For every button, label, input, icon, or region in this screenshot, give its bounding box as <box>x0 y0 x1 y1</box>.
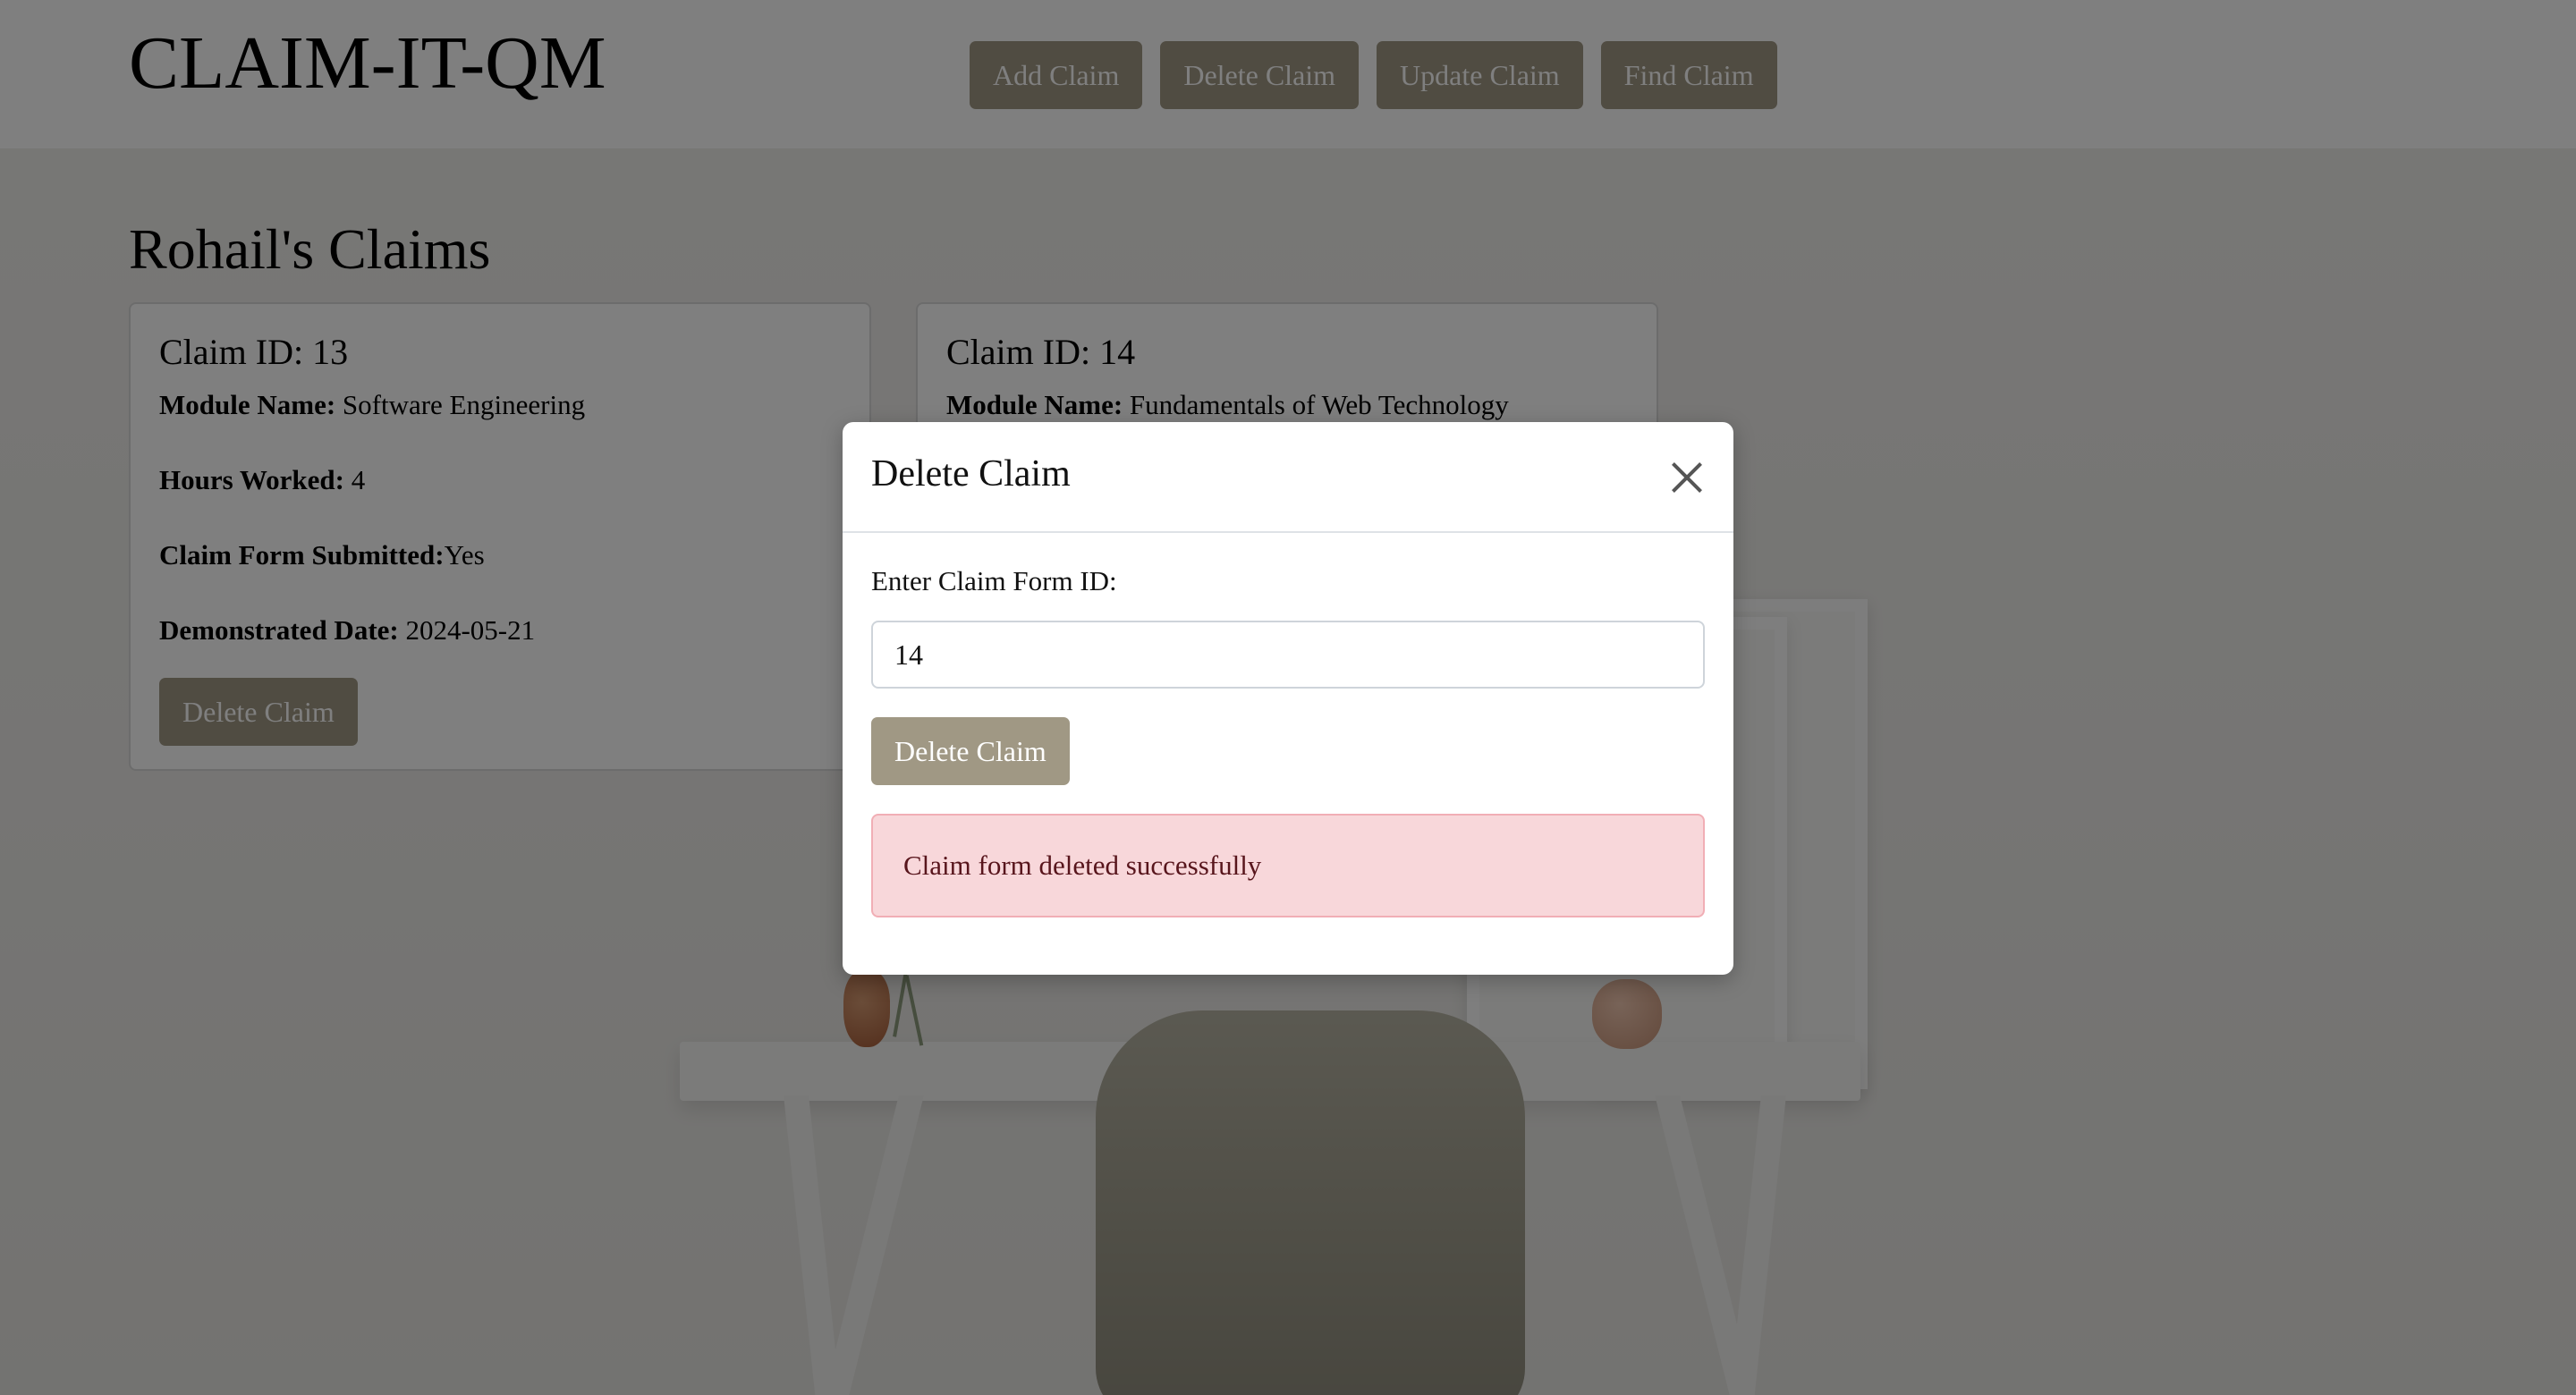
success-alert: Claim form deleted successfully <box>871 814 1705 917</box>
delete-claim-modal: Delete Claim Enter Claim Form ID: Delete… <box>843 422 1733 975</box>
claim-form-id-input[interactable] <box>871 621 1705 689</box>
close-icon[interactable] <box>1662 451 1712 501</box>
submit-delete-claim-button[interactable]: Delete Claim <box>871 717 1070 785</box>
claim-form-id-label: Enter Claim Form ID: <box>871 565 1117 596</box>
modal-title: Delete Claim <box>871 453 1071 495</box>
modal-header: Delete Claim <box>843 422 1733 533</box>
